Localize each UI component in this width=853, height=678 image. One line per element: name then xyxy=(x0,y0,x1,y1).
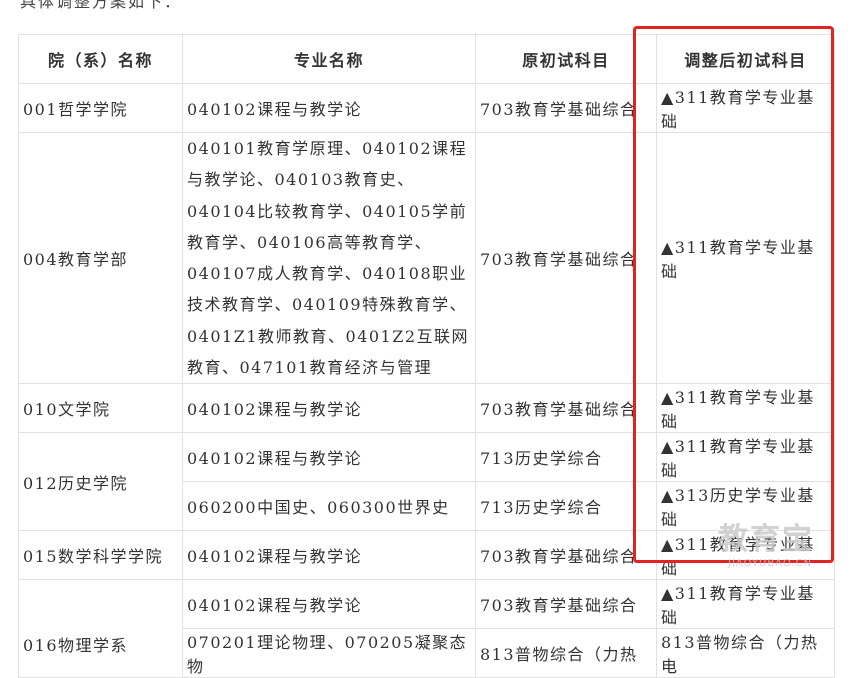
new-subject-cell: ▲311教育学专业基础 xyxy=(656,579,835,630)
major-cell: 040102课程与教学论 xyxy=(182,579,476,630)
dept-cell: 004教育学部 xyxy=(18,131,183,385)
major-cell: 070201理论物理、070205凝聚态物 xyxy=(182,628,476,678)
dept-cell: 001哲学学院 xyxy=(18,83,183,133)
major-cell: 040101教育学原理、040102课程与教学论、040103教育史、04010… xyxy=(182,131,476,385)
header-dept: 院（系）名称 xyxy=(18,34,183,84)
dept-cell: 012历史学院 xyxy=(18,432,183,532)
highlight-box xyxy=(633,26,834,563)
header-major: 专业名称 xyxy=(182,34,476,84)
orig-subject-cell: 703教育学基础综合 xyxy=(475,83,657,133)
orig-subject-cell: 813普物综合（力热 xyxy=(475,628,657,678)
major-cell: 040102课程与教学论 xyxy=(182,83,476,133)
dept-cell: 016物理学系 xyxy=(18,579,183,678)
table-row: 016物理学系 040102课程与教学论 703教育学基础综合 ▲311教育学专… xyxy=(18,579,835,678)
major-cell: 060200中国史、060300世界史 xyxy=(182,481,476,532)
header-orig-subject: 原初试科目 xyxy=(475,34,657,84)
watermark-text: 教育宝 xyxy=(718,522,814,557)
orig-subject-cell: 703教育学基础综合 xyxy=(475,383,657,434)
dept-cell: 010文学院 xyxy=(18,383,183,434)
orig-subject-cell: 703教育学基础综合 xyxy=(475,530,657,581)
major-cell: 040102课程与教学论 xyxy=(182,383,476,434)
major-cell: 040102课程与教学论 xyxy=(182,530,476,581)
orig-subject-cell: 713历史学综合 xyxy=(475,481,657,532)
dept-cell: 015数学科学学院 xyxy=(18,530,183,581)
orig-subject-cell: 703教育学基础综合 xyxy=(475,579,657,630)
major-cell: 040102课程与教学论 xyxy=(182,432,476,483)
watermark-logo: 教育宝 JIAOYUBAO.CN xyxy=(718,514,814,569)
watermark-url: JIAOYUBAO.CN xyxy=(728,558,812,569)
new-subject-cell: 813普物综合（力热电 xyxy=(656,628,835,678)
orig-subject-cell: 703教育学基础综合 xyxy=(475,131,657,385)
intro-text: 具体调整方案如下： xyxy=(20,0,183,11)
orig-subject-cell: 713历史学综合 xyxy=(475,432,657,483)
